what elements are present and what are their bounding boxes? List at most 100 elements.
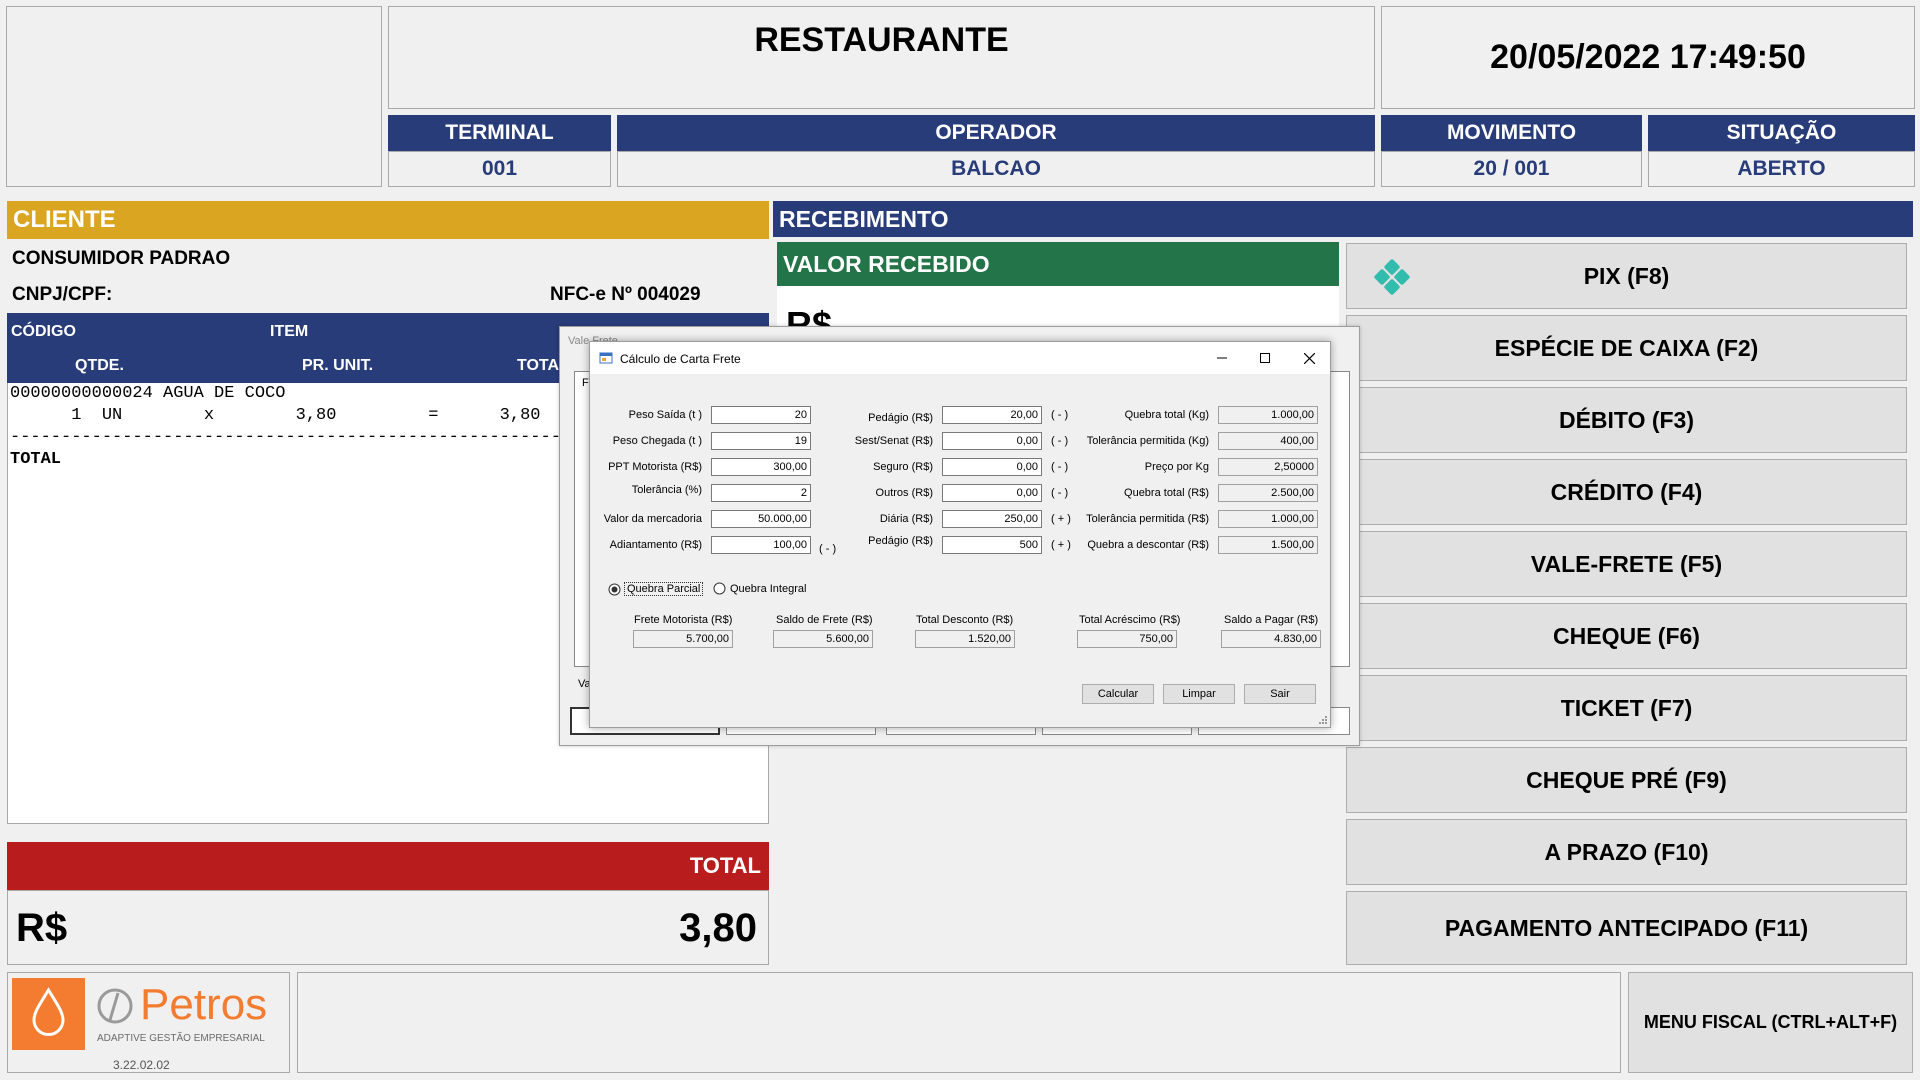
cheque-button[interactable]: CHEQUE (F6): [1346, 603, 1907, 669]
vale-frete-button[interactable]: VALE-FRETE (F5): [1346, 531, 1907, 597]
app-window-icon: [599, 352, 613, 364]
total-header: TOTAL: [7, 842, 769, 890]
radio-quebra-integral[interactable]: Quebra Integral: [713, 582, 806, 595]
input-peso-chegada[interactable]: [711, 432, 811, 450]
label-peso-saida: Peso Saída (t ): [628, 409, 702, 421]
petros-logo-tile: [12, 978, 85, 1050]
pagamento-antecipado-button[interactable]: PAGAMENTO ANTECIPADO (F11): [1346, 891, 1907, 965]
label-pedagio-mais: Pedágio (R$): [868, 535, 933, 547]
label-tolerancia-permitida-rs: Tolerância permitida (R$): [1086, 513, 1209, 525]
close-button[interactable]: [1288, 342, 1330, 374]
pix-button[interactable]: PIX (F8): [1346, 243, 1907, 309]
label-total-acrescimo: Total Acréscimo (R$): [1079, 614, 1181, 626]
sign-pedagio-mais: ( + ): [1051, 539, 1071, 551]
input-peso-saida[interactable]: [711, 406, 811, 424]
store-title: RESTAURANTE: [754, 21, 1009, 59]
label-frete-motorista: Frete Motorista (R$): [634, 614, 733, 626]
a-prazo-button[interactable]: A PRAZO (F10): [1346, 819, 1907, 885]
a-prazo-button-label: A PRAZO (F10): [1544, 838, 1709, 865]
terminal-value: 001: [388, 151, 611, 187]
calcular-button[interactable]: Calcular: [1082, 684, 1154, 704]
input-valor-mercadoria[interactable]: [711, 510, 811, 528]
nfce-number: NFC-e Nº 004029: [550, 284, 701, 305]
especie-button-label: ESPÉCIE DE CAIXA (F2): [1494, 334, 1759, 361]
label-ppt-motorista: PPT Motorista (R$): [608, 461, 702, 473]
label-pedagio-menos: Pedágio (R$): [868, 412, 933, 424]
output-total-desconto: [915, 630, 1015, 648]
total-panel: [7, 890, 769, 965]
minimize-button[interactable]: [1202, 342, 1242, 374]
col-pr-unit: PR. UNIT.: [302, 357, 374, 374]
resize-grip-icon[interactable]: [1317, 714, 1327, 724]
debito-button[interactable]: DÉBITO (F3): [1346, 387, 1907, 453]
label-quebra-a-descontar: Quebra a descontar (R$): [1087, 539, 1209, 551]
label-diaria: Diária (R$): [879, 513, 933, 525]
input-tolerancia[interactable]: [711, 484, 811, 502]
sign-pedagio-menos: ( - ): [1051, 409, 1069, 421]
maximize-icon: [1260, 353, 1270, 363]
input-sest-senat[interactable]: [942, 432, 1042, 450]
datetime-panel: 20/05/2022 17:49:50: [1381, 6, 1915, 109]
label-sest-senat: Sest/Senat (R$): [854, 435, 933, 447]
sign-diaria: ( + ): [1051, 513, 1071, 525]
output-tolerancia-permitida-rs: [1218, 510, 1318, 528]
total-value: 3,80: [679, 906, 757, 950]
ticket-button[interactable]: TICKET (F7): [1346, 675, 1907, 741]
col-item: ITEM: [270, 323, 309, 340]
vale-frete-partial-f: F: [582, 377, 589, 389]
label-quebra-total-kg: Quebra total (Kg): [1124, 409, 1209, 421]
input-pedagio-menos[interactable]: [942, 406, 1042, 424]
petros-tagline: ADAPTIVE GESTÃO EMPRESARIAL: [97, 1033, 265, 1044]
label-tolerancia: Tolerância (%): [631, 484, 702, 496]
sign-outros: ( - ): [1051, 487, 1069, 499]
output-tolerancia-permitida-kg: [1218, 432, 1318, 450]
input-diaria[interactable]: [942, 510, 1042, 528]
output-quebra-total-kg: [1218, 406, 1318, 424]
radio-unchecked-icon: [713, 582, 726, 595]
output-quebra-total-rs: [1218, 484, 1318, 502]
petros-mark: [96, 987, 134, 1030]
input-seguro[interactable]: [942, 458, 1042, 476]
movimento-label: MOVIMENTO: [1381, 115, 1642, 151]
especie-button[interactable]: ESPÉCIE DE CAIXA (F2): [1346, 315, 1907, 381]
output-saldo-frete: [773, 630, 873, 648]
pagamento-antecipado-button-label: PAGAMENTO ANTECIPADO (F11): [1444, 914, 1809, 941]
cheque-pre-button[interactable]: CHEQUE PRÉ (F9): [1346, 747, 1907, 813]
input-outros[interactable]: [942, 484, 1042, 502]
maximize-button[interactable]: [1245, 342, 1285, 374]
operador-value: BALCAO: [617, 151, 1375, 187]
receipt-total-label: TOTAL: [10, 450, 62, 469]
col-qtde: QTDE.: [75, 357, 124, 374]
cliente-header: CLIENTE: [7, 201, 769, 239]
carta-frete-dialog: Cálculo de Carta Frete Peso Saída (t ) P…: [589, 341, 1331, 728]
pix-icon: [1374, 259, 1410, 295]
total-currency: R$: [16, 906, 68, 950]
label-adiantamento: Adiantamento (R$): [609, 539, 702, 551]
radio-quebra-parcial[interactable]: Quebra Parcial: [608, 582, 704, 596]
menu-fiscal-button[interactable]: MENU FISCAL (CTRL+ALT+F): [1628, 972, 1913, 1073]
credito-button[interactable]: CRÉDITO (F4): [1346, 459, 1907, 525]
situacao-value: ABERTO: [1648, 151, 1915, 187]
input-pedagio-mais[interactable]: [942, 536, 1042, 554]
status-bar: [297, 972, 1621, 1073]
input-adiantamento[interactable]: [711, 536, 811, 554]
limpar-button[interactable]: Limpar: [1163, 684, 1235, 704]
label-seguro: Seguro (R$): [873, 461, 933, 473]
cnpj-label: CNPJ/CPF:: [12, 284, 113, 305]
recebimento-header: RECEBIMENTO: [773, 201, 1913, 237]
vale-frete-button-label: VALE-FRETE (F5): [1530, 550, 1723, 577]
valor-recebido-header: VALOR RECEBIDO: [777, 242, 1339, 286]
close-icon: [1303, 352, 1315, 364]
dialog-title-bar: Cálculo de Carta Frete: [590, 342, 1330, 374]
label-total-desconto: Total Desconto (R$): [916, 614, 1014, 626]
label-quebra-total-rs: Quebra total (R$): [1124, 487, 1209, 499]
pix-button-label: PIX (F8): [1583, 262, 1670, 289]
label-valor-mercadoria: Valor da mercadoria: [603, 513, 702, 525]
input-ppt-motorista[interactable]: [711, 458, 811, 476]
label-peso-chegada: Peso Chegada (t ): [612, 435, 702, 447]
cheque-pre-button-label: CHEQUE PRÉ (F9): [1526, 766, 1727, 793]
sign-adiantamento: ( - ): [819, 543, 837, 555]
output-preco-por-kg: [1218, 458, 1318, 476]
output-frete-motorista: [633, 630, 733, 648]
sair-button[interactable]: Sair: [1244, 684, 1316, 704]
